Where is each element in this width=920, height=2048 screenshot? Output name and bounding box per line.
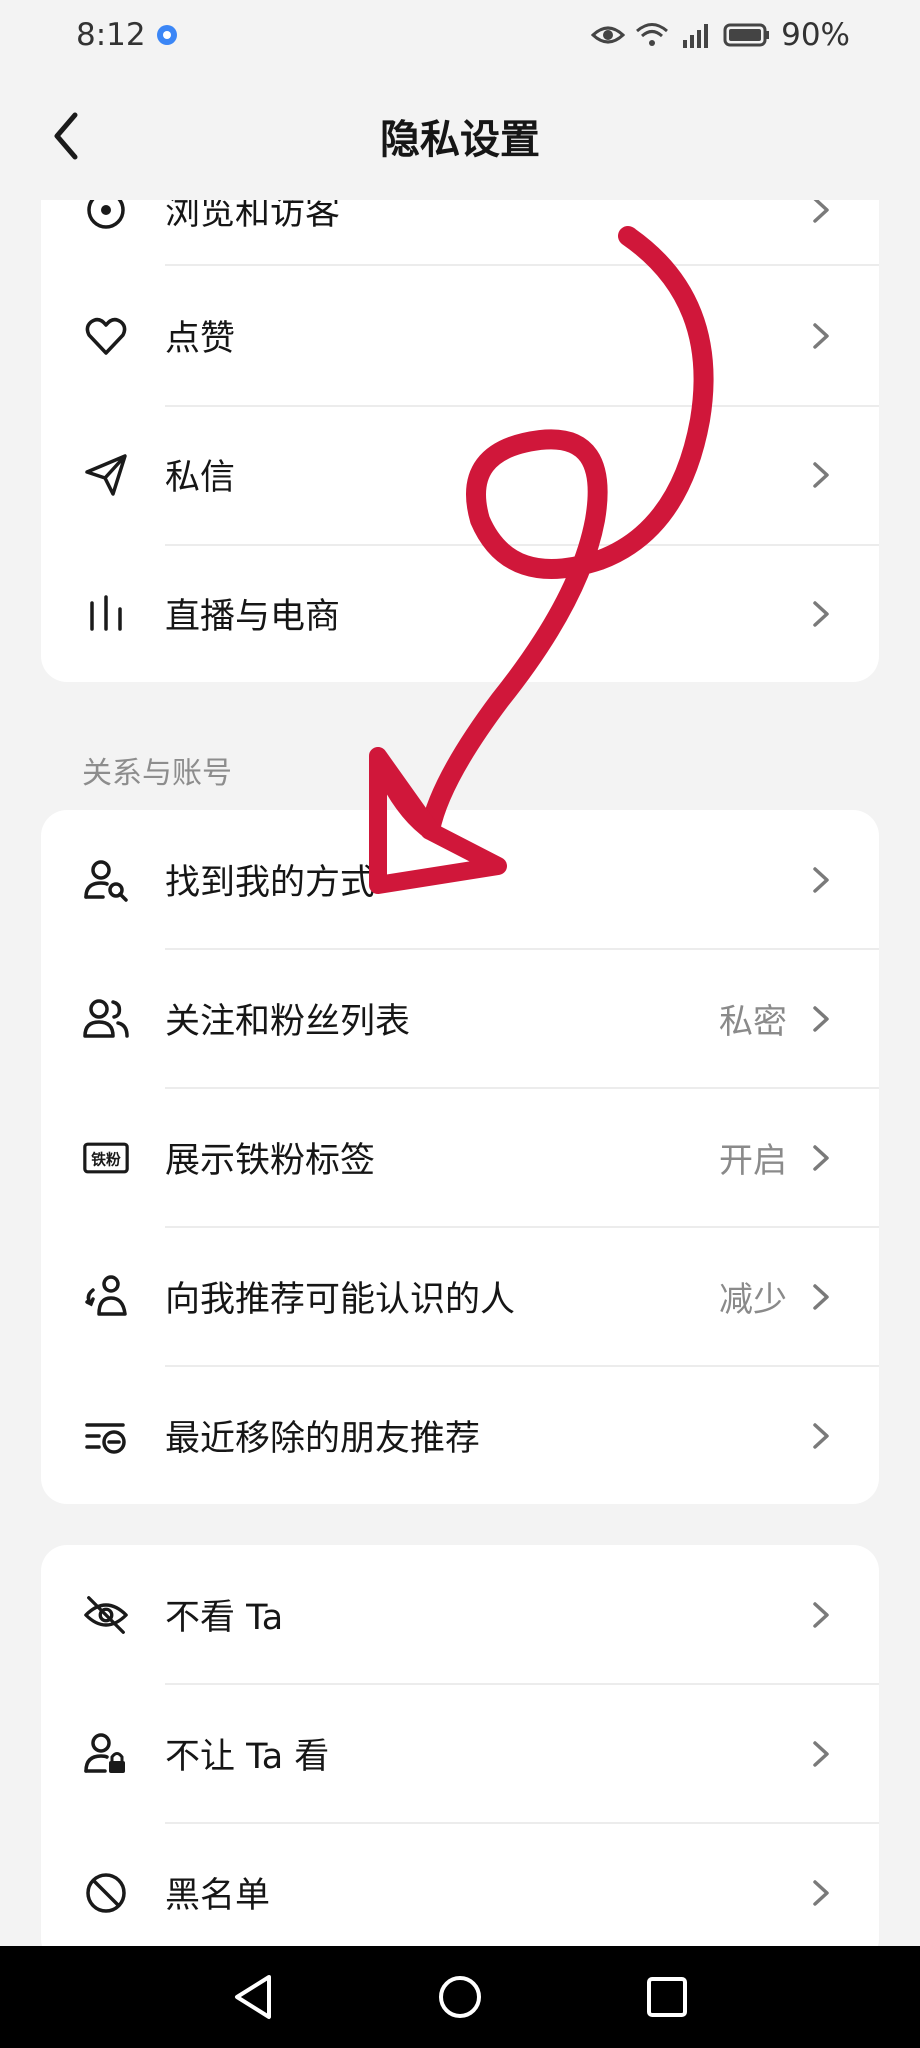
heart-icon xyxy=(83,313,129,359)
nav-recent-button[interactable] xyxy=(637,1967,697,2027)
setting-row-messages[interactable]: 私信 xyxy=(41,405,879,544)
chevron-right-icon xyxy=(813,1284,829,1310)
setting-row-hide-from[interactable]: 不让 Ta 看 xyxy=(41,1684,879,1823)
chevron-right-icon xyxy=(813,601,829,627)
chevron-right-icon xyxy=(813,323,829,349)
setting-row-recommend-people[interactable]: 向我推荐可能认识的人 减少 xyxy=(41,1227,879,1366)
setting-label: 私信 xyxy=(165,458,236,498)
signal-icon xyxy=(683,24,709,48)
setting-label: 不让 Ta 看 xyxy=(165,1737,330,1777)
settings-scroll[interactable]: 浏览和访客 点赞 私信 直播与电商 关系与账号 找到我的方式 关注和粉丝列表 私… xyxy=(0,200,920,1946)
home-circle-icon xyxy=(438,1976,481,2018)
chevron-right-icon xyxy=(813,1006,829,1032)
setting-row-removed-recommendations[interactable]: 最近移除的朋友推荐 xyxy=(41,1366,879,1504)
setting-label: 最近移除的朋友推荐 xyxy=(165,1419,481,1459)
battery-icon xyxy=(723,23,770,47)
bars-icon xyxy=(83,591,129,637)
block-icon xyxy=(83,1870,129,1916)
eye-off-icon xyxy=(83,1592,129,1638)
section-title-relations: 关系与账号 xyxy=(82,756,232,791)
privacy-card-top: 浏览和访客 点赞 私信 直播与电商 xyxy=(41,200,879,682)
setting-row-dont-see[interactable]: 不看 Ta xyxy=(41,1545,879,1684)
person-lock-icon xyxy=(83,1731,129,1777)
send-icon xyxy=(83,452,129,498)
setting-label: 不看 Ta xyxy=(165,1598,284,1638)
chevron-left-icon xyxy=(54,112,78,160)
wifi-icon xyxy=(636,23,669,46)
status-time: 8:12 xyxy=(76,17,146,53)
chevron-right-icon xyxy=(813,1145,829,1171)
badge-icon: 铁粉 xyxy=(83,1135,129,1181)
app-header: 隐私设置 xyxy=(0,90,920,182)
setting-row-follow-list[interactable]: 关注和粉丝列表 私密 xyxy=(41,949,879,1088)
list-remove-icon xyxy=(83,1413,129,1459)
setting-label: 浏览和访客 xyxy=(165,200,341,233)
recent-square-icon xyxy=(646,1977,687,2017)
nav-back-button[interactable] xyxy=(223,1967,283,2027)
setting-row-blocklist[interactable]: 黑名单 xyxy=(41,1823,879,1946)
badge-text: 铁粉 xyxy=(91,1150,121,1168)
setting-row-find-me[interactable]: 找到我的方式 xyxy=(41,810,879,949)
setting-label: 直播与电商 xyxy=(165,597,341,637)
chevron-right-icon xyxy=(813,1423,829,1449)
back-button[interactable] xyxy=(36,106,96,166)
setting-label: 关注和粉丝列表 xyxy=(165,1002,411,1042)
nav-home-button[interactable] xyxy=(430,1967,490,2027)
chevron-right-icon xyxy=(813,1880,829,1906)
setting-label: 黑名单 xyxy=(165,1876,271,1916)
person-connect-icon xyxy=(83,1274,129,1320)
block-card: 不看 Ta 不让 Ta 看 黑名单 xyxy=(41,1545,879,1946)
chevron-right-icon xyxy=(813,1741,829,1767)
chevron-right-icon xyxy=(813,867,829,893)
setting-label: 展示铁粉标签 xyxy=(165,1141,376,1181)
setting-value: 私密 xyxy=(719,1002,787,1042)
chevron-right-icon xyxy=(813,200,829,223)
chevron-right-icon xyxy=(813,1602,829,1628)
relations-card: 找到我的方式 关注和粉丝列表 私密 铁粉 展示铁粉标签 开启 向我推荐可能认识的… xyxy=(41,810,879,1504)
people-icon xyxy=(83,996,129,1042)
setting-value: 开启 xyxy=(719,1141,787,1181)
status-bar: 8:12 90% xyxy=(0,0,920,70)
setting-label: 找到我的方式 xyxy=(165,863,376,903)
battery-level: 90% xyxy=(781,17,850,53)
eye-icon xyxy=(83,200,129,233)
setting-label: 点赞 xyxy=(165,319,236,359)
eye-status-icon xyxy=(591,26,626,44)
setting-row-fan-badge[interactable]: 铁粉 展示铁粉标签 开启 xyxy=(41,1088,879,1227)
setting-row-likes[interactable]: 点赞 xyxy=(41,266,879,405)
setting-value: 减少 xyxy=(719,1280,787,1320)
setting-row-live-commerce[interactable]: 直播与电商 xyxy=(41,544,879,682)
person-search-icon xyxy=(83,857,129,903)
chevron-right-icon xyxy=(813,462,829,488)
page-title: 隐私设置 xyxy=(380,117,540,163)
app-badge-icon xyxy=(156,25,177,45)
back-triangle-icon xyxy=(235,1975,272,2019)
system-nav-bar xyxy=(0,1946,920,2048)
setting-label: 向我推荐可能认识的人 xyxy=(165,1280,516,1320)
